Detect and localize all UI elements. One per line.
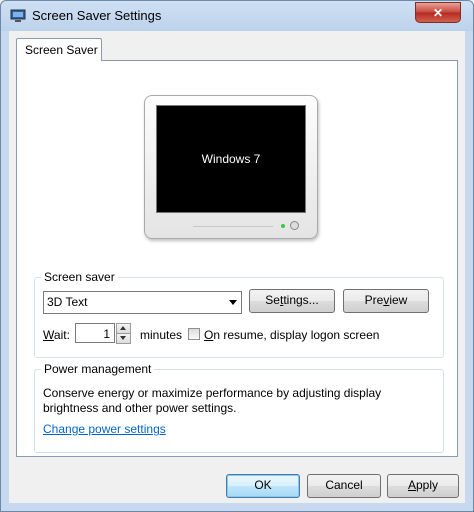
tab-screen-saver[interactable]: Screen Saver — [16, 38, 102, 61]
screen-saver-group-label: Screen saver — [41, 270, 118, 284]
power-description-line2: brightness and other power settings. — [43, 401, 237, 415]
minutes-label: minutes — [140, 328, 183, 342]
wait-minutes-spinner[interactable] — [116, 323, 131, 344]
preview-screen: Windows 7 — [156, 105, 306, 213]
wait-minutes-input[interactable]: 1 — [75, 323, 115, 343]
power-button-icon — [290, 221, 299, 230]
monitor-bezel-line — [193, 226, 273, 231]
preview-button[interactable]: Preview — [343, 289, 429, 313]
power-group-label: Power management — [41, 362, 155, 376]
arrow-down-icon — [120, 336, 126, 340]
preview-text: Windows 7 — [201, 152, 261, 166]
ok-button[interactable]: OK — [226, 474, 300, 498]
dialog-window: Screen Saver Settings ✕ Screen Saver Win… — [0, 0, 474, 512]
settings-button[interactable]: Settings... — [249, 289, 335, 313]
arrow-up-icon — [120, 326, 126, 330]
chevron-down-icon — [229, 300, 237, 305]
wait-label: Wait: — [43, 328, 70, 342]
screen-saver-selected: 3D Text — [47, 295, 88, 309]
screen-saver-select[interactable]: 3D Text — [43, 291, 242, 314]
power-led-icon — [281, 224, 285, 228]
apply-button[interactable]: Apply — [387, 474, 459, 498]
spin-down-button[interactable] — [116, 333, 131, 344]
title-bar[interactable]: Screen Saver Settings ✕ — [1, 1, 473, 31]
close-icon: ✕ — [432, 5, 444, 20]
preview-monitor: Windows 7 — [144, 95, 318, 239]
on-resume-label[interactable]: On resume, display logon screen — [204, 328, 379, 342]
tab-label: Screen Saver — [25, 43, 98, 57]
cancel-button[interactable]: Cancel — [307, 474, 381, 498]
power-description-line1: Conserve energy or maximize performance … — [43, 386, 382, 400]
change-power-settings-link[interactable]: Change power settings — [43, 422, 166, 436]
window-title: Screen Saver Settings — [32, 8, 162, 23]
close-button[interactable]: ✕ — [415, 2, 461, 23]
screen-saver-app-icon — [10, 9, 26, 22]
on-resume-checkbox[interactable] — [188, 328, 200, 340]
